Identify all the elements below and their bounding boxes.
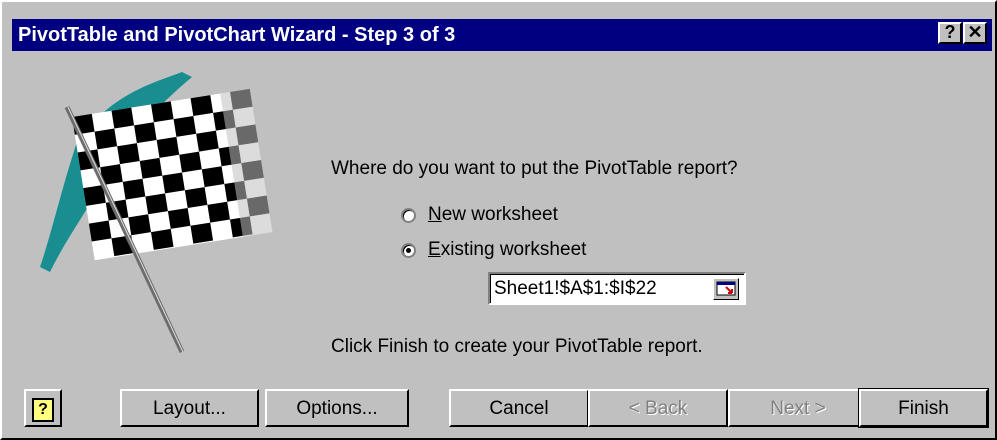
next-button[interactable]: Next > (728, 389, 868, 427)
cancel-button[interactable]: Cancel (449, 389, 589, 427)
finish-button[interactable]: Finish (858, 388, 989, 428)
help-icon: ? (32, 397, 54, 422)
help-button[interactable]: ? (24, 389, 62, 427)
titlebar-help-button[interactable]: ? (938, 22, 962, 44)
range-input[interactable] (494, 276, 704, 302)
collapse-dialog-icon (716, 281, 736, 296)
finish-instruction: Click Finish to create your PivotTable r… (331, 336, 703, 357)
new-worksheet-label[interactable]: New worksheet (428, 203, 558, 227)
dialog-title: PivotTable and PivotChart Wizard - Step … (18, 24, 456, 46)
existing-worksheet-radio[interactable] (401, 242, 416, 258)
placement-prompt: Where do you want to put the PivotTable … (331, 158, 738, 179)
checkered-flag-icon (40, 72, 302, 354)
back-button[interactable]: < Back (588, 389, 728, 427)
title-bar[interactable]: PivotTable and PivotChart Wizard - Step … (12, 19, 992, 51)
new-worksheet-option[interactable]: New worksheet (401, 203, 558, 227)
existing-worksheet-label[interactable]: Existing worksheet (428, 238, 586, 262)
wizard-dialog: PivotTable and PivotChart Wizard - Step … (0, 0, 997, 440)
range-field[interactable] (488, 272, 746, 305)
options-button[interactable]: Options... (265, 389, 409, 427)
collapse-dialog-button[interactable] (713, 278, 739, 300)
new-worksheet-radio[interactable] (401, 207, 416, 223)
layout-button[interactable]: Layout... (120, 389, 259, 427)
titlebar-close-button[interactable]: ✕ (963, 22, 987, 44)
existing-worksheet-option[interactable]: Existing worksheet (401, 238, 586, 262)
